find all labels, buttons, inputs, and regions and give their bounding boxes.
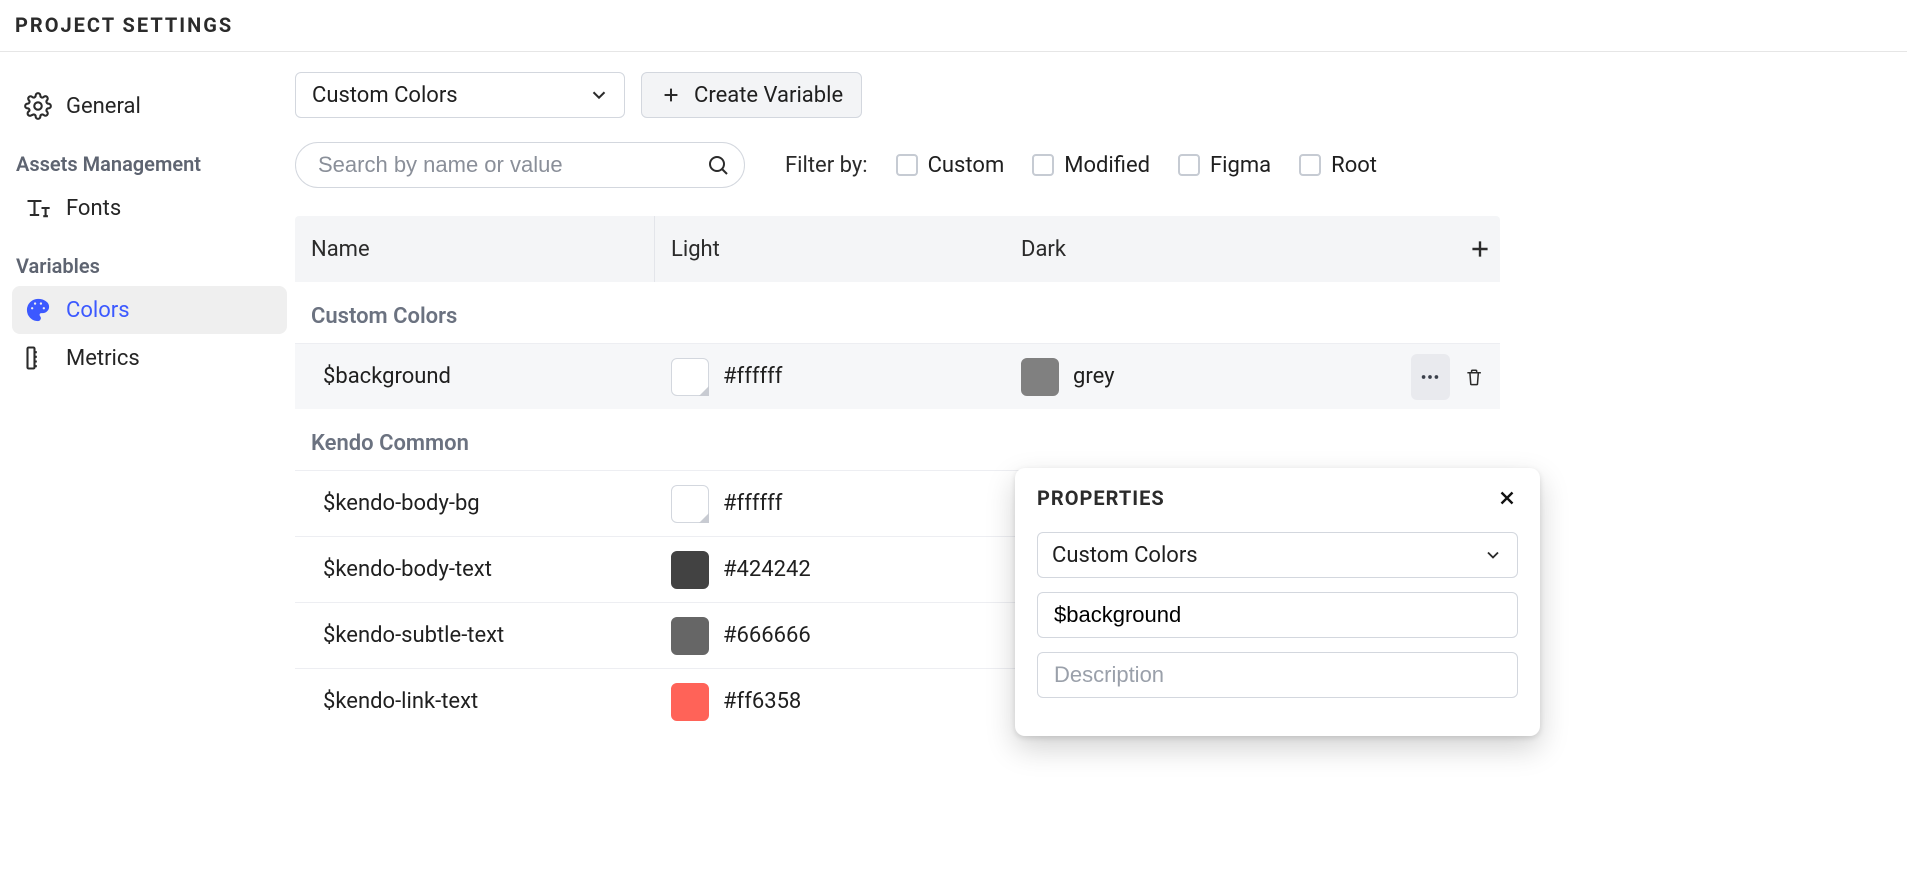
sidebar-item-label: Metrics — [66, 346, 140, 371]
checkbox-icon — [1299, 154, 1321, 176]
light-value[interactable]: #ff6358 — [655, 683, 1005, 721]
group-title: Custom Colors — [295, 282, 1500, 343]
properties-popover: Properties Custom Colors — [1015, 468, 1540, 736]
palette-icon — [24, 296, 52, 324]
table-row[interactable]: $background #ffffff grey — [295, 343, 1500, 409]
create-variable-label: Create Variable — [694, 83, 843, 108]
filter-label-text: Custom — [928, 153, 1005, 178]
sidebar-section-assets: Assets Management — [12, 130, 287, 184]
checkbox-icon — [1032, 154, 1054, 176]
filter-label-text: Root — [1331, 153, 1377, 178]
light-value[interactable]: #ffffff — [655, 358, 1005, 396]
page-title: Project Settings — [0, 0, 1907, 52]
dark-value[interactable]: grey — [1005, 358, 1395, 396]
sidebar-section-variables: Variables — [12, 232, 287, 286]
popover-group-select[interactable]: Custom Colors — [1037, 532, 1518, 578]
checkbox-icon — [896, 154, 918, 176]
variable-name: $kendo-body-text — [295, 557, 655, 582]
light-value[interactable]: #ffffff — [655, 485, 1005, 523]
color-swatch[interactable] — [671, 551, 709, 589]
column-header-dark[interactable]: Dark — [1005, 237, 1395, 262]
variable-name: $kendo-subtle-text — [295, 623, 655, 648]
scope-select-value: Custom Colors — [312, 83, 458, 108]
sidebar-item-general[interactable]: General — [12, 82, 287, 130]
create-variable-button[interactable]: Create Variable — [641, 72, 862, 118]
search-field[interactable] — [295, 142, 745, 188]
filter-modified[interactable]: Modified — [1032, 153, 1150, 178]
color-swatch[interactable] — [671, 485, 709, 523]
color-label: #ff6358 — [723, 689, 801, 714]
filter-root[interactable]: Root — [1299, 153, 1377, 178]
popover-name-field[interactable] — [1037, 592, 1518, 638]
close-button[interactable] — [1496, 487, 1518, 509]
sidebar-item-label: Fonts — [66, 196, 121, 221]
sidebar-item-fonts[interactable]: Fonts — [12, 184, 287, 232]
color-label: #ffffff — [723, 491, 782, 516]
sidebar-item-colors[interactable]: Colors — [12, 286, 287, 334]
popover-name-input[interactable] — [1052, 601, 1503, 629]
color-swatch[interactable] — [1021, 358, 1059, 396]
type-icon — [24, 194, 52, 222]
chevron-down-icon — [588, 84, 610, 106]
search-input[interactable] — [316, 151, 706, 179]
variable-name: $background — [295, 364, 655, 389]
sidebar-item-label: General — [66, 94, 141, 119]
color-swatch[interactable] — [671, 358, 709, 396]
color-label: #666666 — [723, 623, 811, 648]
chevron-down-icon — [1483, 545, 1503, 565]
color-label: #ffffff — [723, 364, 782, 389]
sidebar-item-label: Colors — [66, 298, 130, 323]
search-icon — [706, 153, 730, 177]
column-header-name[interactable]: Name — [295, 216, 655, 282]
gear-icon — [24, 92, 52, 120]
color-label: #424242 — [723, 557, 811, 582]
popover-title: Properties — [1037, 486, 1165, 510]
scope-select[interactable]: Custom Colors — [295, 72, 625, 118]
light-value[interactable]: #666666 — [655, 617, 1005, 655]
filter-figma[interactable]: Figma — [1178, 153, 1271, 178]
filter-custom[interactable]: Custom — [896, 153, 1005, 178]
color-swatch[interactable] — [671, 617, 709, 655]
color-swatch[interactable] — [671, 683, 709, 721]
table-header: Name Light Dark — [295, 216, 1500, 282]
variable-name: $kendo-link-text — [295, 689, 655, 714]
filter-label-text: Figma — [1210, 153, 1271, 178]
color-label: grey — [1073, 364, 1115, 389]
popover-description-field[interactable] — [1037, 652, 1518, 698]
row-more-button[interactable] — [1411, 354, 1450, 400]
ruler-icon — [24, 344, 52, 372]
filter-label-text: Modified — [1064, 153, 1150, 178]
checkbox-icon — [1178, 154, 1200, 176]
delete-button[interactable] — [1464, 365, 1484, 389]
sidebar: General Assets Management Fonts Variable… — [0, 52, 295, 734]
variable-name: $kendo-body-bg — [295, 491, 655, 516]
group-title: Kendo Common — [295, 409, 1500, 470]
popover-description-input[interactable] — [1052, 661, 1503, 689]
popover-group-value: Custom Colors — [1052, 543, 1198, 568]
add-theme-button[interactable] — [1467, 231, 1493, 267]
filter-by-label: Filter by: — [785, 153, 868, 178]
row-actions — [1395, 354, 1500, 400]
sidebar-item-metrics[interactable]: Metrics — [12, 334, 287, 382]
plus-icon — [1467, 236, 1493, 262]
plus-icon — [660, 84, 682, 106]
column-header-light[interactable]: Light — [655, 237, 1005, 262]
light-value[interactable]: #424242 — [655, 551, 1005, 589]
